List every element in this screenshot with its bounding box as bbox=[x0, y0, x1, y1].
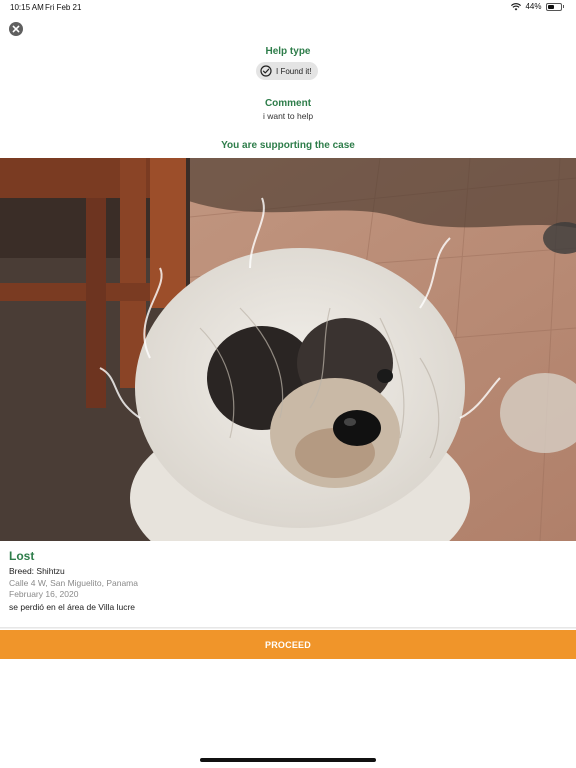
supporting-case-text: You are supporting the case bbox=[221, 140, 355, 151]
home-indicator[interactable] bbox=[200, 758, 376, 762]
battery-level bbox=[547, 4, 554, 9]
help-type-title: Help type bbox=[265, 46, 311, 57]
status-time: 10:15 AM bbox=[10, 3, 44, 12]
help-type-value: I Found it! bbox=[276, 66, 312, 76]
status-bar: 10:15 AM Fri Feb 21 44% bbox=[0, 0, 576, 14]
proceed-button[interactable]: PROCEED bbox=[0, 630, 576, 659]
case-description: se perdió en el área de Villa lucre bbox=[9, 602, 136, 612]
case-photo bbox=[0, 158, 576, 541]
battery-icon bbox=[545, 2, 562, 11]
status-indicators: 44% bbox=[511, 2, 564, 11]
check-circle-icon bbox=[260, 65, 272, 77]
battery-tip bbox=[562, 5, 564, 8]
case-breed: Breed: Shihtzu bbox=[9, 566, 65, 576]
comment-text: i want to help bbox=[262, 111, 314, 121]
case-date: February 16, 2020 bbox=[9, 589, 79, 599]
status-date: Fri Feb 21 bbox=[45, 3, 82, 12]
battery-percentage: 44% bbox=[525, 2, 542, 11]
divider bbox=[0, 627, 576, 629]
app-screen: 10:15 AM Fri Feb 21 44% Help type I Foun… bbox=[0, 0, 576, 768]
help-type-chip: I Found it! bbox=[256, 62, 318, 80]
close-icon bbox=[12, 25, 20, 33]
wifi-icon bbox=[511, 2, 522, 10]
dog-photo-illustration bbox=[0, 158, 576, 541]
case-address: Calle 4 W, San Miguelito, Panama bbox=[9, 578, 138, 588]
case-status-title: Lost bbox=[9, 549, 35, 563]
comment-title: Comment bbox=[264, 98, 312, 109]
close-button[interactable] bbox=[9, 22, 23, 36]
